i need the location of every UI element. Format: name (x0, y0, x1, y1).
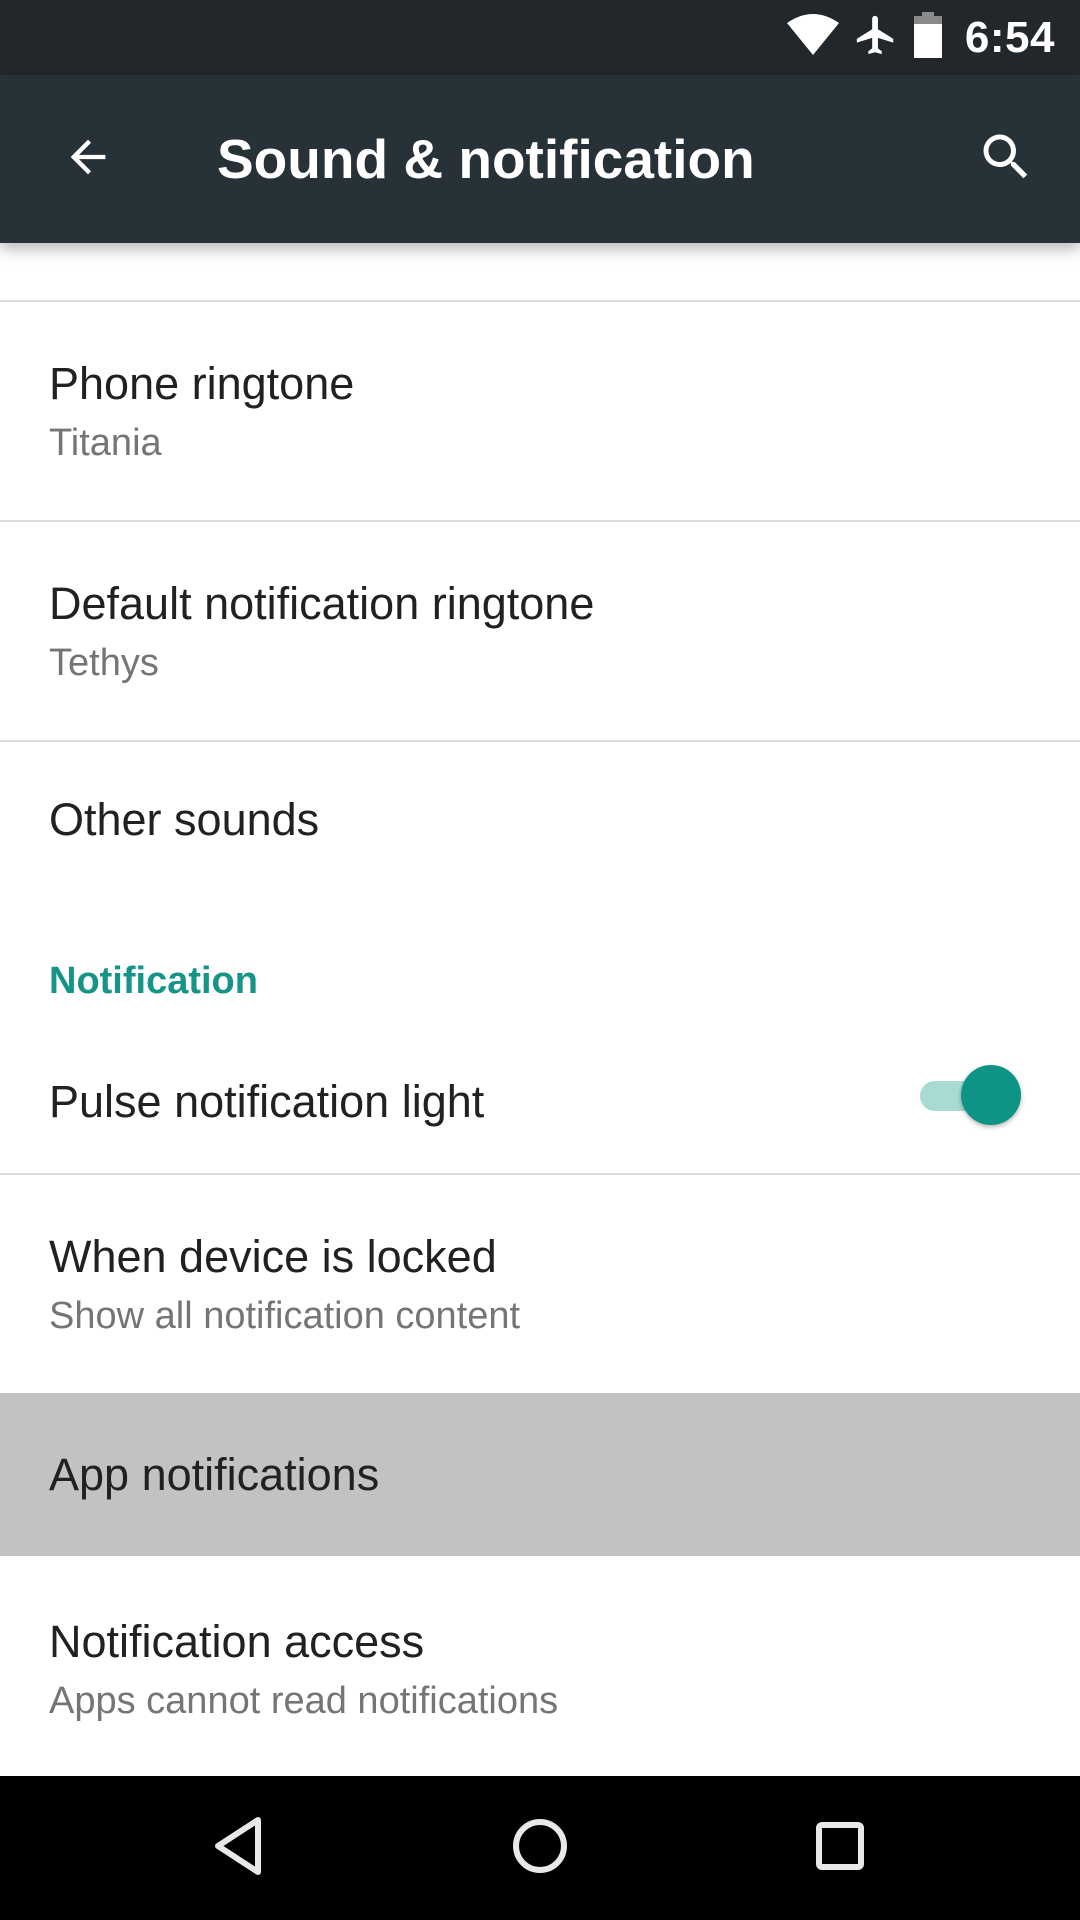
item-summary: Show all notification content (49, 1295, 521, 1337)
list-item-when-device-locked[interactable]: When device is locked Show all notificat… (0, 1175, 1080, 1393)
list-item-pulse-notification-light[interactable]: Pulse notification light (0, 1038, 1080, 1171)
item-title: Other sounds (49, 794, 320, 845)
item-title: Notification access (49, 1616, 425, 1667)
status-icons: 6:54 (786, 0, 1055, 75)
recents-icon (814, 1820, 866, 1877)
nav-back-button[interactable] (190, 1798, 290, 1898)
status-time: 6:54 (964, 12, 1055, 62)
wifi-icon (786, 13, 839, 62)
pulse-light-toggle[interactable] (920, 1063, 1021, 1127)
list-item-app-notifications[interactable]: App notifications (0, 1393, 1080, 1556)
list-item-notification-access[interactable]: Notification access Apps cannot read not… (0, 1556, 1080, 1776)
list-item-default-notification-ringtone[interactable]: Default notification ringtone Tethys (0, 522, 1080, 740)
section-header-notification: Notification (49, 960, 258, 1002)
airplane-mode-icon (853, 12, 899, 63)
battery-icon (913, 12, 943, 63)
item-title: When device is locked (49, 1231, 497, 1282)
item-title: Default notification ringtone (49, 578, 595, 629)
list-item-other-sounds[interactable]: Other sounds (0, 742, 1080, 910)
search-button[interactable] (962, 115, 1050, 203)
item-title: Phone ringtone (49, 358, 355, 409)
app-bar: Sound & notification (0, 75, 1080, 243)
item-summary: Titania (49, 422, 162, 464)
status-bar: 6:54 (0, 0, 1080, 75)
page-title: Sound & notification (217, 128, 755, 190)
nav-recents-button[interactable] (790, 1798, 890, 1898)
item-summary: Tethys (49, 642, 159, 684)
item-summary: Apps cannot read notifications (49, 1680, 559, 1722)
search-icon (976, 127, 1036, 192)
back-icon (212, 1816, 268, 1881)
nav-home-button[interactable] (490, 1798, 590, 1898)
navigation-bar (0, 1776, 1080, 1920)
back-button[interactable] (44, 115, 132, 203)
arrow-back-icon (62, 131, 114, 188)
item-title: Pulse notification light (49, 1076, 485, 1127)
settings-list[interactable]: Phone ringtone Titania Default notificat… (0, 243, 1080, 1776)
home-icon (510, 1816, 570, 1881)
list-item-phone-ringtone[interactable]: Phone ringtone Titania (0, 302, 1080, 520)
item-title: App notifications (49, 1449, 380, 1500)
toggle-thumb (961, 1065, 1021, 1125)
